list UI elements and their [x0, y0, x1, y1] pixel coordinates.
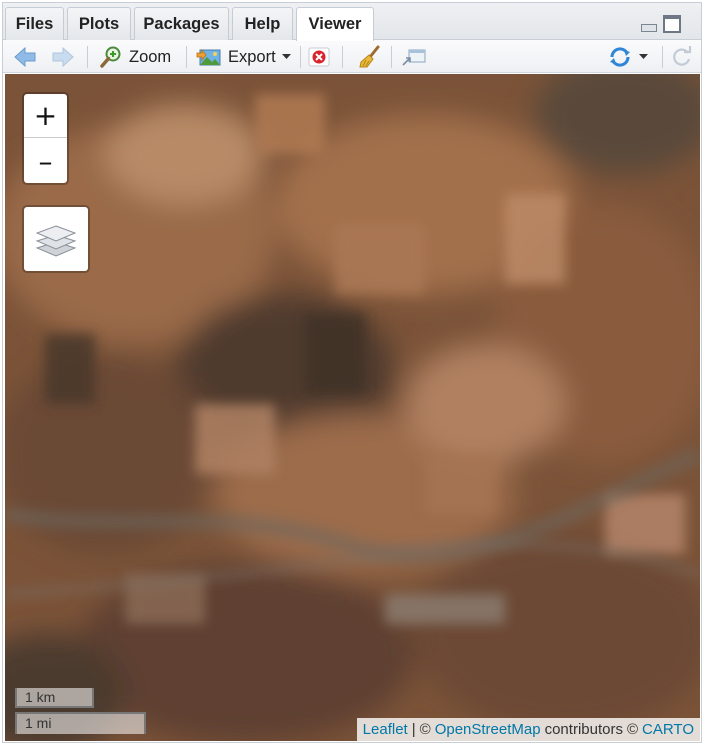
tab-packages[interactable]: Packages — [134, 7, 229, 40]
forward-button[interactable] — [51, 44, 75, 70]
toolbar-divider — [87, 46, 88, 68]
tab-viewer[interactable]: Viewer — [296, 7, 374, 41]
tab-files[interactable]: Files — [5, 7, 64, 40]
openstreetmap-link[interactable]: OpenStreetMap — [435, 721, 541, 738]
remove-viewer-button[interactable] — [308, 44, 330, 70]
dropdown-caret-icon — [281, 54, 291, 59]
toolbar-divider — [662, 46, 663, 68]
scale-bar-km: 1 km — [15, 688, 94, 708]
image-export-icon — [196, 48, 221, 66]
arrow-left-icon — [14, 47, 36, 67]
magnifier-icon — [100, 46, 121, 68]
popout-button[interactable] — [401, 44, 427, 70]
back-button[interactable] — [13, 44, 37, 70]
export-button[interactable]: Export — [196, 44, 291, 70]
layers-control-button[interactable] — [22, 205, 90, 273]
popout-icon — [402, 49, 426, 66]
map-attribution: Leaflet | © OpenStreetMap contributors ©… — [356, 718, 700, 741]
export-label: Export — [228, 47, 276, 66]
minimize-pane-icon[interactable] — [640, 15, 658, 33]
satellite-imagery[interactable] — [5, 74, 700, 741]
toolbar-divider — [342, 46, 343, 68]
viewer-toolbar: Zoom Export — [3, 40, 701, 73]
copyright-symbol: © — [419, 721, 431, 738]
zoom-control: + – — [22, 92, 69, 185]
zoom-out-button[interactable]: – — [24, 139, 67, 183]
refresh-button[interactable] — [671, 44, 693, 70]
tab-bar: Files Plots Packages Help Viewer — [3, 3, 701, 41]
layers-icon — [35, 225, 77, 257]
sync-editor-button[interactable] — [607, 44, 648, 70]
toolbar-divider — [391, 46, 392, 68]
zoom-in-button[interactable]: + — [24, 94, 67, 138]
refresh-icon — [673, 46, 692, 66]
toolbar-divider — [300, 46, 301, 68]
zoom-button[interactable]: Zoom — [99, 44, 171, 70]
viewer-pane: Files Plots Packages Help Viewer Zoom Ex… — [2, 2, 702, 743]
arrow-right-icon — [52, 47, 74, 67]
scale-bar-mi: 1 mi — [15, 712, 146, 734]
contributors-text: contributors — [544, 721, 623, 738]
attribution-separator: | — [411, 721, 416, 738]
sync-icon — [610, 47, 630, 67]
tab-plots[interactable]: Plots — [67, 7, 131, 40]
carto-link[interactable]: CARTO — [642, 721, 694, 738]
toolbar-divider — [186, 46, 187, 68]
tab-help[interactable]: Help — [232, 7, 293, 40]
copyright-symbol: © — [626, 721, 639, 738]
zoom-label: Zoom — [129, 47, 172, 66]
broom-icon — [359, 45, 380, 68]
clear-all-button[interactable] — [358, 44, 382, 70]
red-x-icon — [308, 47, 330, 67]
maximize-pane-icon[interactable] — [663, 15, 681, 33]
leaflet-link[interactable]: Leaflet — [363, 721, 408, 738]
dropdown-caret-icon — [639, 54, 648, 59]
leaflet-map[interactable]: + – 1 km 1 mi Leaflet | © OpenStreetMap … — [5, 74, 700, 741]
